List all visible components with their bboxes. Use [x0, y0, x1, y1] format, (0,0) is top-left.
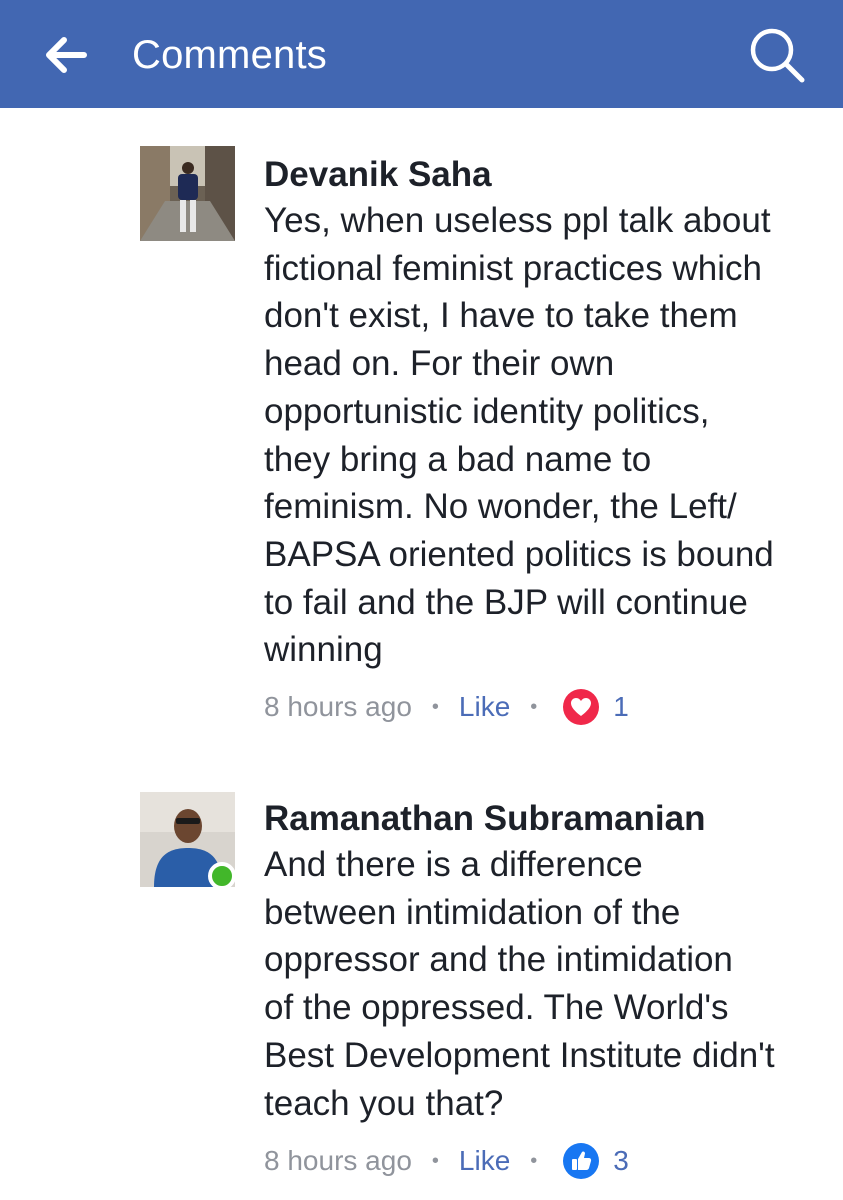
comment-text-line: to fail and the BJP will continue: [264, 582, 748, 622]
comment-text-line: Best Development Institute didn't: [264, 1035, 775, 1075]
comment-text-line: between intimidation of the: [264, 892, 681, 932]
top-bar: Comments: [0, 0, 843, 108]
comment-author[interactable]: Ramanathan Subramanian: [264, 797, 706, 841]
comment-text-line: fictional feminist practices which: [264, 248, 762, 288]
avatar[interactable]: [140, 792, 236, 890]
separator-dot: •: [530, 695, 538, 718]
comment-text-line: feminism. No wonder, the Left/: [264, 487, 737, 527]
arrow-left-icon[interactable]: [40, 30, 90, 80]
thumbs-up-icon[interactable]: [563, 1143, 600, 1179]
separator-dot: •: [431, 695, 439, 718]
comment-text-line: opportunistic identity politics,: [264, 391, 710, 431]
comment-text: And there is a difference between intimi…: [264, 841, 824, 1127]
separator-dot: •: [431, 1149, 439, 1172]
comment-text-line: Yes, when useless ppl talk about: [264, 201, 771, 240]
comment-timestamp: 8 hours ago: [264, 691, 412, 722]
like-button[interactable]: Like: [459, 1145, 510, 1177]
comment-text-line: And there is a difference: [264, 845, 643, 884]
search-icon[interactable]: [748, 26, 806, 84]
comment-text-line: winning: [264, 630, 383, 670]
comment-timestamp: 8 hours ago: [264, 1145, 412, 1176]
comment-text-line: they bring a bad name to: [264, 439, 652, 479]
separator-dot: •: [530, 1149, 538, 1172]
avatar[interactable]: [140, 146, 235, 241]
comment-text-line: BAPSA oriented politics is bound: [264, 534, 774, 574]
comment-meta: 8 hours ago • Like • 3: [264, 1139, 629, 1183]
page-title: Comments: [132, 33, 327, 77]
comment-text-line: head on. For their own: [264, 344, 615, 384]
comment-text-line: teach you that?: [264, 1083, 504, 1123]
comment-text: Yes, when useless ppl talk about fiction…: [264, 197, 824, 674]
comment-meta: 8 hours ago • Like • 1: [264, 685, 629, 729]
like-button[interactable]: Like: [459, 691, 510, 723]
heart-icon[interactable]: [563, 689, 600, 725]
comment-author[interactable]: Devanik Saha: [264, 153, 492, 197]
comment-text-line: oppressor and the intimidation: [264, 940, 733, 980]
reaction-count[interactable]: 3: [613, 1145, 629, 1177]
reaction-count[interactable]: 1: [613, 691, 629, 723]
comments-screen: Comments Devanik Saha Yes, when useless …: [0, 0, 843, 1200]
comment-text-line: don't exist, I have to take them: [264, 296, 738, 336]
online-status-indicator: [208, 862, 236, 890]
comment-text-line: of the oppressed. The World's: [264, 988, 729, 1028]
